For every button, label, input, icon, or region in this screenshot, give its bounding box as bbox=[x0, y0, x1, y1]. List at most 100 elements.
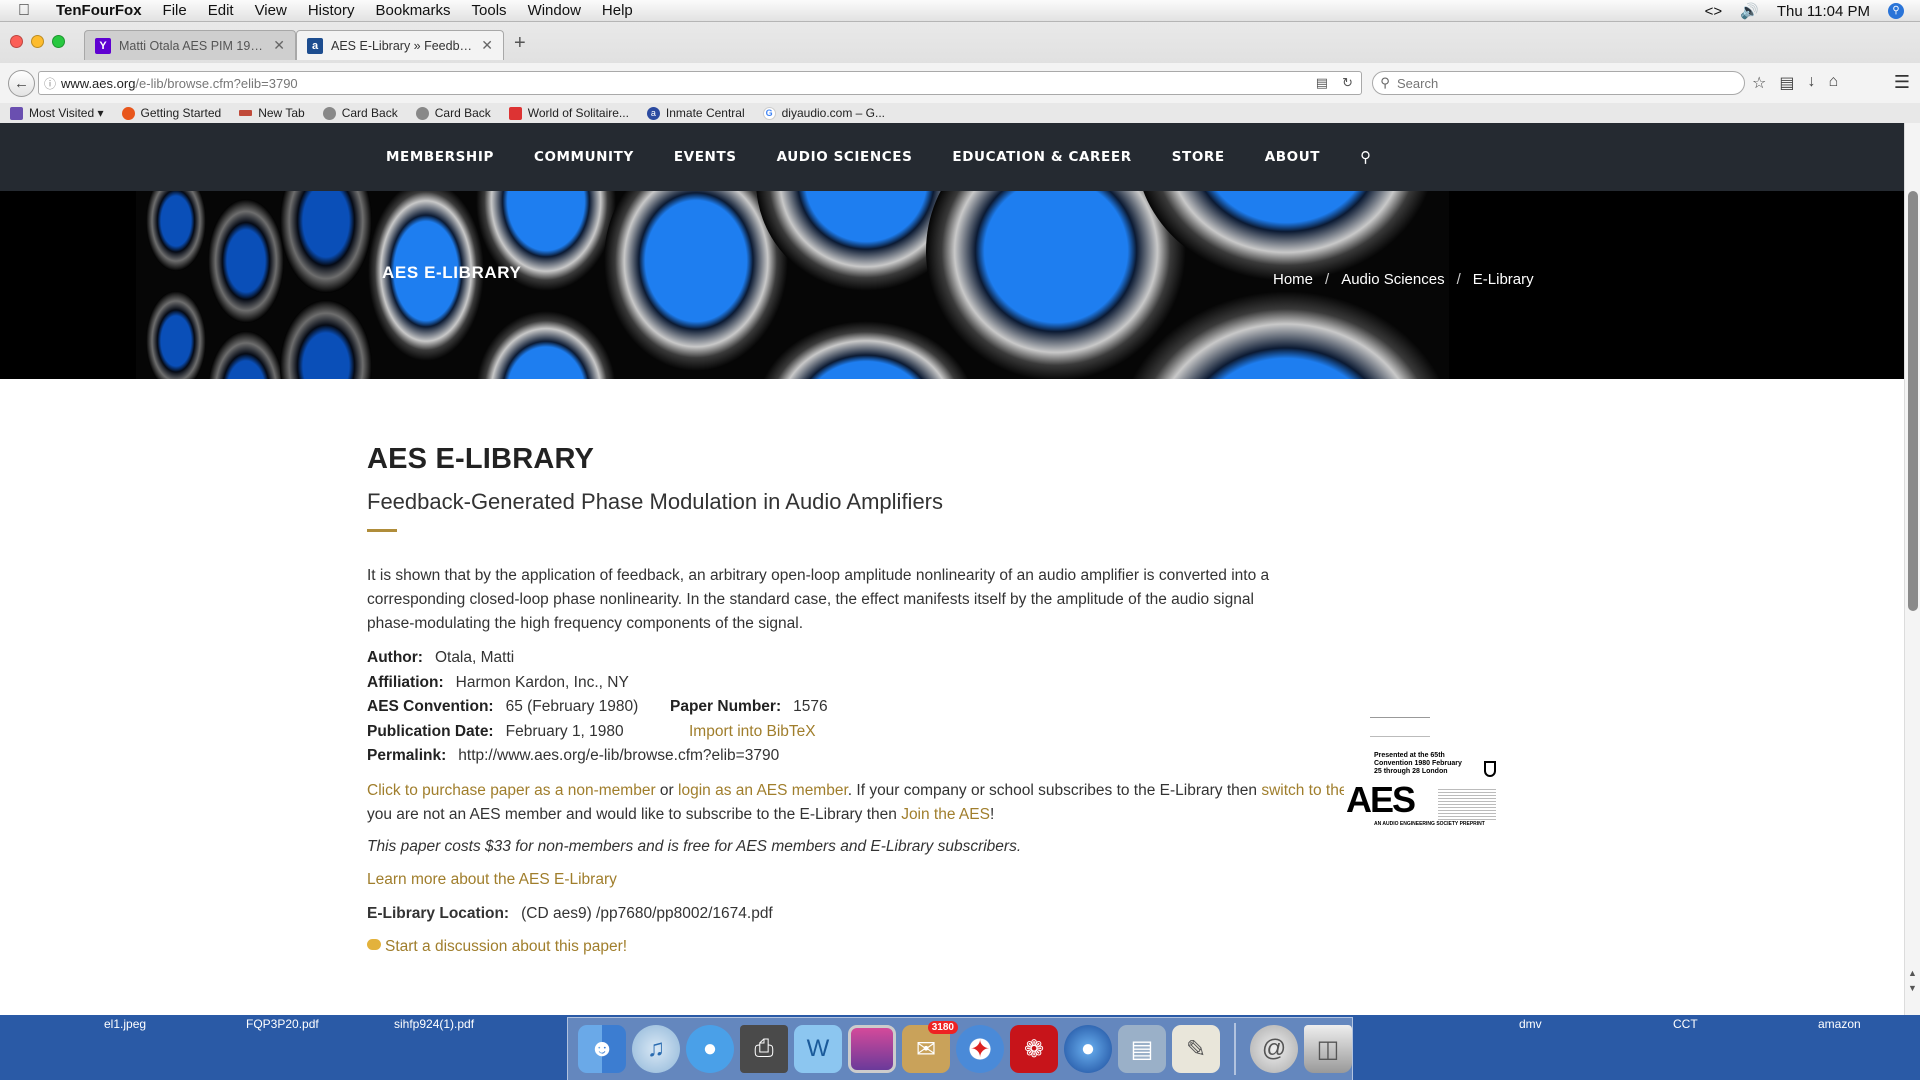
login-link[interactable]: login as an AES member bbox=[678, 782, 848, 799]
preview-aes-logo: AES bbox=[1346, 779, 1416, 820]
menu-help[interactable]: Help bbox=[602, 2, 633, 19]
new-tab-button[interactable]: + bbox=[514, 32, 526, 55]
at-sign-icon[interactable]: @ bbox=[1250, 1025, 1298, 1073]
preview-icon[interactable]: ▤ bbox=[1118, 1025, 1166, 1073]
bookmark-card-back-2[interactable]: Card Back bbox=[415, 106, 491, 120]
tab-yahoo[interactable]: Y Matti Otala AES PIM 1980 ... ✕ bbox=[84, 30, 296, 60]
breadcrumb-home[interactable]: Home bbox=[1273, 271, 1313, 288]
permalink-value[interactable]: http://www.aes.org/e-lib/browse.cfm?elib… bbox=[458, 744, 779, 769]
page-scrollbar[interactable]: ▲ ▼ bbox=[1904, 123, 1920, 1015]
acrobat-icon[interactable]: ❁ bbox=[1010, 1025, 1058, 1073]
bookmark-most-visited[interactable]: Most Visited ▾ bbox=[10, 106, 104, 120]
menu-history[interactable]: History bbox=[308, 2, 355, 19]
reader-view-icon[interactable]: ▤ bbox=[1316, 75, 1328, 91]
google-icon: G bbox=[762, 106, 776, 120]
scrollbar-thumb[interactable] bbox=[1908, 191, 1918, 611]
nav-store[interactable]: STORE bbox=[1172, 149, 1225, 165]
mail-badge: 3180 bbox=[927, 1021, 958, 1034]
folder-icon bbox=[10, 106, 23, 120]
desktop-file[interactable]: FQP3P20.pdf bbox=[246, 1017, 319, 1031]
bookmark-inmate-central[interactable]: a Inmate Central bbox=[646, 106, 745, 120]
close-tab-icon[interactable]: ✕ bbox=[481, 37, 493, 54]
textedit-icon[interactable]: ✎ bbox=[1172, 1025, 1220, 1073]
scroll-up-arrow-icon[interactable]: ▲ bbox=[1908, 968, 1917, 978]
nav-audio-sciences[interactable]: AUDIO SCIENCES bbox=[777, 149, 913, 165]
itunes-icon[interactable]: ♫ bbox=[632, 1025, 680, 1073]
menu-window[interactable]: Window bbox=[528, 2, 581, 19]
menu-hamburger-icon[interactable]: ☰ bbox=[1894, 72, 1910, 93]
spotlight-icon[interactable]: ⚲ bbox=[1888, 3, 1904, 19]
menu-edit[interactable]: Edit bbox=[208, 2, 234, 19]
apple-menu-icon[interactable]:  bbox=[18, 2, 40, 20]
menu-view[interactable]: View bbox=[255, 2, 287, 19]
page-banner: AES E-LIBRARY Home / Audio Sciences / E-… bbox=[0, 191, 1904, 379]
learn-more-link[interactable]: Learn more about the AES E-Library bbox=[367, 868, 1525, 892]
breadcrumb: Home / Audio Sciences / E-Library bbox=[1273, 271, 1534, 288]
close-window-button[interactable] bbox=[10, 35, 23, 48]
bookmark-world-of-solitaire[interactable]: World of Solitaire... bbox=[508, 106, 629, 120]
bookmark-getting-started[interactable]: Getting Started bbox=[121, 106, 221, 120]
nav-events[interactable]: EVENTS bbox=[674, 149, 737, 165]
page-heading: AES E-LIBRARY bbox=[367, 443, 595, 475]
imac-icon[interactable] bbox=[848, 1025, 896, 1073]
preview-body-text bbox=[1438, 787, 1496, 821]
bookmarks-list-icon[interactable]: ▤ bbox=[1779, 73, 1794, 93]
info-icon[interactable]: ⓘ bbox=[39, 75, 61, 92]
newtab-icon bbox=[239, 110, 253, 116]
safari-icon[interactable]: ✦ bbox=[956, 1025, 1004, 1073]
nav-membership[interactable]: MEMBERSHIP bbox=[386, 149, 494, 165]
purchase-link[interactable]: Click to purchase paper as a non-member bbox=[367, 782, 656, 799]
menu-tools[interactable]: Tools bbox=[472, 2, 507, 19]
bookmark-diyaudio[interactable]: Gdiyaudio.com – G... bbox=[762, 106, 885, 120]
bookmark-new-tab[interactable]: New Tab bbox=[239, 106, 305, 120]
desktop-file[interactable]: dmv bbox=[1519, 1017, 1542, 1031]
downloads-icon[interactable]: ↓ bbox=[1807, 73, 1815, 93]
home-icon[interactable]: ⌂ bbox=[1828, 73, 1838, 93]
search-box[interactable]: ⚲ bbox=[1372, 71, 1745, 95]
volume-icon[interactable]: 🔊 bbox=[1740, 2, 1759, 20]
nav-education-career[interactable]: EDUCATION & CAREER bbox=[952, 149, 1131, 165]
preview-header-lines bbox=[1370, 717, 1430, 737]
finder-icon[interactable]: ☻ bbox=[578, 1025, 626, 1073]
breadcrumb-audio-sciences[interactable]: Audio Sciences bbox=[1341, 271, 1444, 288]
bookmarks-toolbar: Most Visited ▾ Getting Started New Tab C… bbox=[0, 103, 1920, 123]
bookmark-card-back-1[interactable]: Card Back bbox=[322, 106, 398, 120]
breadcrumb-elibrary: E-Library bbox=[1472, 271, 1534, 288]
menu-file[interactable]: File bbox=[163, 2, 187, 19]
reload-icon[interactable]: ↻ bbox=[1342, 75, 1353, 91]
desktop-file[interactable]: CCT bbox=[1673, 1017, 1698, 1031]
search-input[interactable] bbox=[1397, 75, 1717, 91]
ichat-icon[interactable]: ● bbox=[686, 1025, 734, 1073]
import-bibtex-link[interactable]: Import into BibTeX bbox=[689, 720, 816, 745]
widgets-icon[interactable]: W bbox=[794, 1025, 842, 1073]
scroll-down-arrow-icon[interactable]: ▼ bbox=[1908, 983, 1917, 993]
menubar-clock[interactable]: Thu 11:04 PM bbox=[1777, 3, 1870, 20]
tab-aes-elibrary[interactable]: a AES E-Library » Feedback... ✕ bbox=[296, 30, 504, 60]
desktop-file[interactable]: sihfp924(1).pdf bbox=[394, 1017, 474, 1031]
bookmark-star-icon[interactable]: ☆ bbox=[1752, 73, 1766, 93]
zoom-window-button[interactable] bbox=[52, 35, 65, 48]
desktop-file[interactable]: el1.jpeg bbox=[104, 1017, 146, 1031]
inmate-central-icon: a bbox=[646, 106, 660, 120]
paper-preview-image[interactable]: Presented at the 65th Convention 1980 Fe… bbox=[1344, 697, 1526, 837]
app-menu-tenfourfox[interactable]: TenFourFox bbox=[56, 2, 142, 19]
firefox-globe-icon[interactable]: ● bbox=[1064, 1025, 1112, 1073]
printer-icon[interactable]: ⎙ bbox=[740, 1025, 788, 1073]
close-tab-icon[interactable]: ✕ bbox=[273, 37, 285, 54]
code-icon[interactable]: <> bbox=[1705, 3, 1723, 20]
site-search-icon[interactable]: ⚲ bbox=[1360, 148, 1371, 166]
join-aes-link[interactable]: Join the AES bbox=[901, 806, 990, 823]
minimize-window-button[interactable] bbox=[31, 35, 44, 48]
desktop-file[interactable]: amazon bbox=[1818, 1017, 1861, 1031]
url-bar[interactable]: ⓘ www.aes.org /e-lib/browse.cfm?elib=379… bbox=[38, 71, 1362, 95]
start-discussion-link[interactable]: Start a discussion about this paper! bbox=[385, 938, 627, 955]
nav-about[interactable]: ABOUT bbox=[1265, 149, 1320, 165]
convention-value: 65 (February 1980) bbox=[505, 698, 639, 715]
mail-icon[interactable]: ✉ 3180 bbox=[902, 1021, 958, 1073]
nav-community[interactable]: COMMUNITY bbox=[534, 149, 634, 165]
back-button[interactable]: ← bbox=[8, 70, 35, 97]
trash-icon[interactable]: ◫ bbox=[1304, 1025, 1352, 1073]
globe-icon bbox=[322, 106, 336, 120]
card-icon bbox=[508, 106, 522, 120]
menu-bookmarks[interactable]: Bookmarks bbox=[376, 2, 451, 19]
